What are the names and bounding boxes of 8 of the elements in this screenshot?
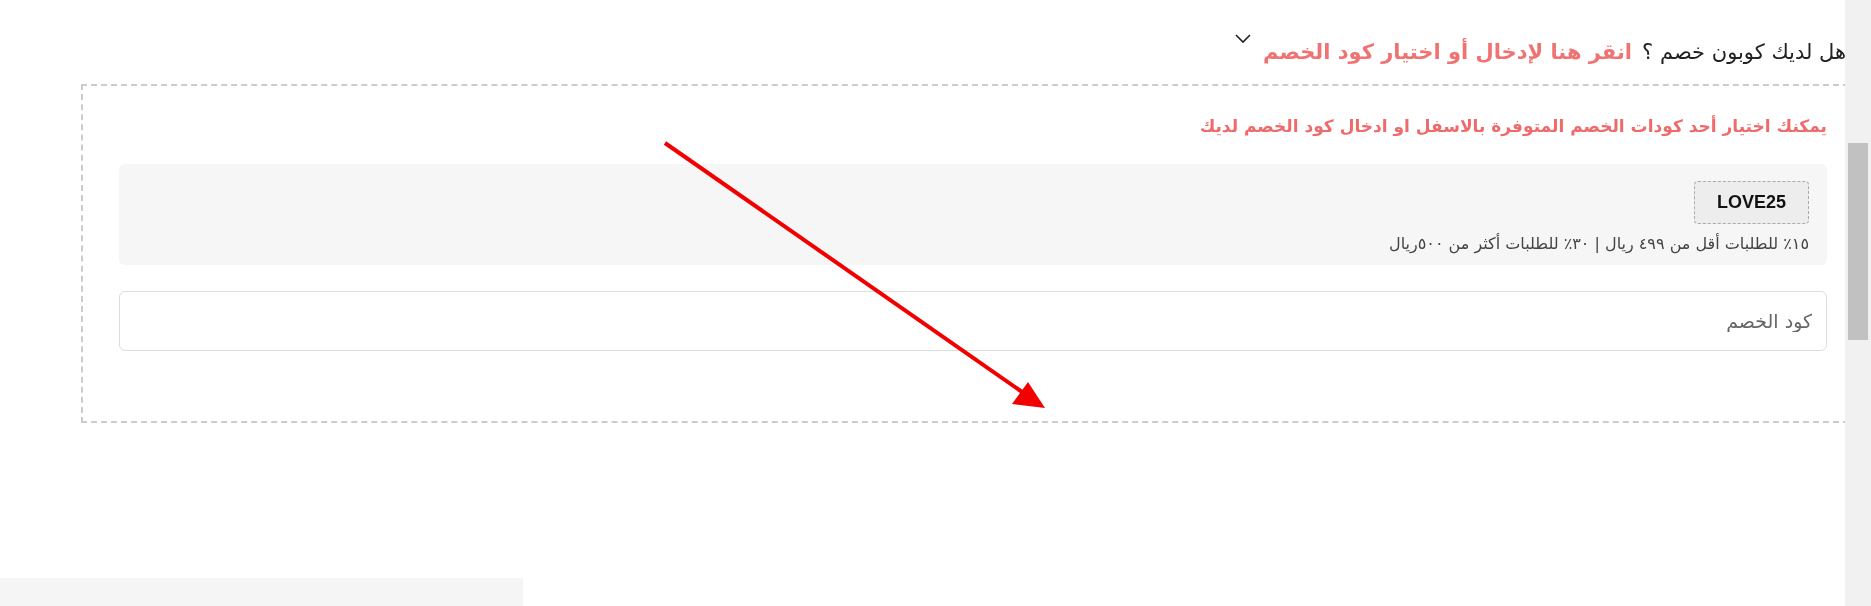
coupon-description: ١٥٪ للطلبات أقل من ٤٩٩ ريال | ٣٠٪ للطلبات أكثر من ٥٠٠ريال (1388, 234, 1809, 253)
scrollbar[interactable] (1845, 0, 1871, 606)
coupon-code-field[interactable]: كود الخصم (119, 291, 1827, 351)
chevron-icon[interactable] (1233, 32, 1254, 46)
coupon-code[interactable]: LOVE25 (1693, 181, 1809, 224)
coupon-hint: يمكنك اختيار أحد كودات الخصم المتوفرة بالاسفل او ادخال كود الخصم لديك (1198, 116, 1827, 136)
coupon-question: هل لديك كوبون خصم ؟ (1642, 40, 1846, 64)
scrollbar-thumb[interactable] (1848, 143, 1868, 340)
